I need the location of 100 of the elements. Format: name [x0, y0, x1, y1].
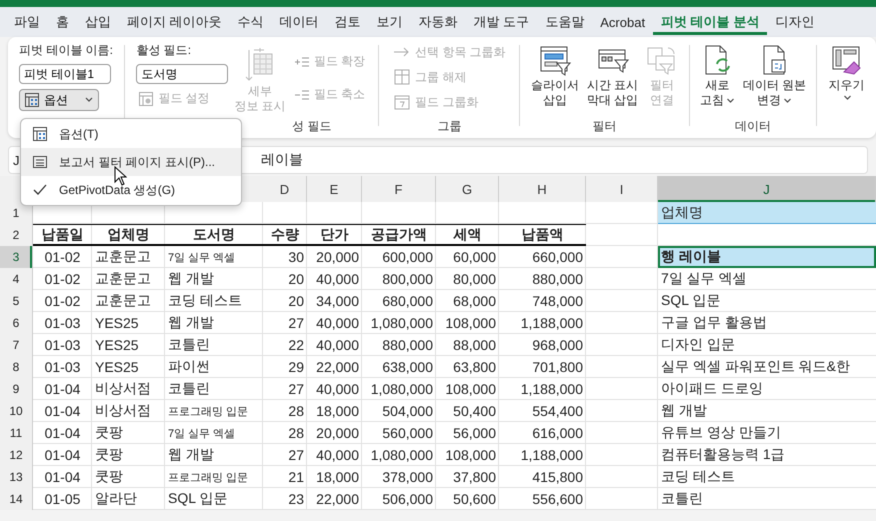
ribbon-tab[interactable]: 자동화 — [410, 9, 466, 35]
table-cell-text: 701,800 — [531, 358, 584, 377]
row-header[interactable]: 11 — [0, 422, 33, 444]
list-window-icon — [32, 155, 48, 169]
table-cell-text: 웹 개발 — [167, 313, 215, 332]
table-cell-text: 1,080,000 — [370, 380, 434, 399]
table-cell-text: 40,000 — [315, 314, 360, 333]
table-cell-text: 554,400 — [531, 402, 584, 421]
table-cell-text: 800,000 — [381, 270, 434, 289]
column-heading: 수량 — [263, 224, 307, 246]
table-cell-text: YES25 — [94, 358, 140, 377]
column-header[interactable]: H — [499, 176, 586, 202]
active-field-label: 활성 필드: — [136, 42, 192, 59]
table-cell-text: 27 — [287, 380, 305, 399]
row-header[interactable]: 9 — [0, 378, 33, 400]
minus-list-icon — [294, 88, 310, 100]
table-cell-text: 80,000 — [452, 270, 497, 289]
table-cell-text: 22 — [287, 336, 305, 355]
table-cell-text: 638,000 — [381, 358, 434, 377]
table-cell-text: 18,000 — [315, 402, 360, 421]
table-cell-text: 01-04 — [44, 380, 82, 399]
table-cell-text: 27 — [287, 446, 305, 465]
ribbon-tab[interactable]: 도움말 — [537, 9, 592, 35]
ribbon-tab[interactable]: 삽입 — [77, 9, 119, 35]
ribbon-tab[interactable]: 데이터 — [272, 9, 327, 35]
row-header[interactable]: 1 — [0, 202, 33, 224]
row-header[interactable]: 4 — [0, 268, 33, 290]
row-header[interactable]: 6 — [0, 312, 33, 334]
ribbon-tab[interactable]: 검토 — [326, 9, 369, 35]
column-header[interactable]: G — [436, 176, 499, 202]
table-cell-text: 01-04 — [44, 468, 82, 487]
row-header[interactable]: 2 — [0, 224, 33, 246]
table-cell-text: 쿳팡 — [94, 445, 124, 464]
row-header[interactable]: 14 — [0, 488, 33, 510]
table-cell-text: 웹 개발 — [167, 269, 215, 288]
column-header[interactable]: D — [263, 176, 307, 202]
options-button[interactable]: 옵션 — [19, 89, 100, 111]
group-label: 그룹 — [437, 118, 462, 135]
insert-timeline-button[interactable]: 시간 표시 막대 삽입 — [584, 42, 640, 118]
table-cell-text: 코틀린 — [167, 335, 211, 354]
ribbon-tab[interactable]: 홈 — [48, 9, 77, 35]
table-cell-text: 20,000 — [315, 248, 360, 267]
menu-item[interactable]: 옵션(T) — [21, 120, 241, 148]
calendar-icon — [392, 93, 411, 111]
table-cell-text: 108,000 — [444, 446, 497, 465]
table-cell-text: 20 — [287, 292, 305, 311]
clear-button[interactable]: 지우기 — [826, 42, 866, 103]
change-data-source-button[interactable]: 데이터 원본 변경 — [740, 42, 808, 118]
ribbon-tab[interactable]: 수식 — [230, 9, 272, 35]
table-cell-text: 40,000 — [315, 446, 360, 465]
ribbon-tab[interactable]: Acrobat — [592, 10, 654, 34]
plus-list-icon — [294, 56, 310, 68]
table-cell-text: 코딩 테스트 — [167, 291, 243, 310]
table-cell-text: 7일 실무 엑셀 — [167, 250, 236, 266]
table-cell-text: 40,000 — [315, 270, 360, 289]
column-header[interactable]: F — [362, 176, 436, 202]
ribbon-tab[interactable]: 디자인 — [767, 9, 822, 35]
table-cell-text: 01-02 — [44, 292, 82, 311]
pivot-cell-text: 웹 개발 — [660, 401, 708, 420]
column-heading: 납품일 — [33, 224, 92, 246]
ribbon-tab[interactable]: 개발 도구 — [466, 9, 538, 35]
pivot-name-field[interactable]: 피벗 테이블1 — [19, 64, 112, 84]
table-cell-text: 쿳팡 — [94, 423, 124, 442]
column-header[interactable]: E — [307, 176, 362, 202]
formula-text[interactable]: 레이블 — [249, 151, 303, 169]
menu-item[interactable]: GetPivotData 생성(G) — [21, 176, 241, 204]
ribbon-tab[interactable]: 파일 — [6, 9, 48, 35]
table-cell-text: 01-02 — [44, 270, 82, 289]
menu-item[interactable]: 보고서 필터 페이지 표시(P)... — [21, 148, 241, 176]
row-header[interactable]: 12 — [0, 444, 33, 466]
table-cell-text: 01-03 — [44, 314, 82, 333]
row-header[interactable]: 10 — [0, 400, 33, 422]
table-cell-text: SQL 입문 — [167, 489, 228, 508]
table-cell-text: 50,600 — [452, 490, 497, 509]
row-header[interactable]: 13 — [0, 466, 33, 488]
row-header[interactable]: 5 — [0, 290, 33, 312]
active-field-field[interactable]: 도서명 — [136, 64, 228, 84]
table-cell-text: 40,000 — [315, 380, 360, 399]
row-header[interactable]: 8 — [0, 356, 33, 378]
caret-icon — [84, 97, 94, 103]
table-cell-text: 파이썬 — [167, 357, 211, 376]
column-header[interactable]: J — [658, 176, 876, 202]
table-cell-text: 코틀린 — [167, 379, 211, 398]
table-cell-text: 600,000 — [381, 248, 434, 267]
ribbon-tab[interactable]: 보기 — [368, 9, 411, 35]
table-cell-text: 교훈문고 — [94, 269, 152, 288]
row-header[interactable]: 3 — [0, 246, 33, 268]
table-cell-text: 20,000 — [315, 424, 360, 443]
table-cell-text: 37,800 — [452, 468, 497, 487]
table-cell-text: 28 — [287, 402, 305, 421]
refresh-button[interactable]: 새로 고침 — [698, 42, 737, 118]
insert-slicer-button[interactable]: 슬라이서 삽입 — [528, 42, 581, 118]
table-cell-text: 108,000 — [444, 314, 497, 333]
row-header[interactable]: 7 — [0, 334, 33, 356]
table-cell-text: 교훈문고 — [94, 247, 152, 266]
ribbon-tab[interactable]: 페이지 레이아웃 — [119, 9, 230, 35]
column-heading: 업체명 — [92, 224, 165, 246]
table-cell-text: 30 — [287, 248, 305, 267]
table-cell-text: 415,800 — [531, 468, 584, 487]
ribbon-tab[interactable]: 피벗 테이블 분석 — [653, 9, 768, 35]
